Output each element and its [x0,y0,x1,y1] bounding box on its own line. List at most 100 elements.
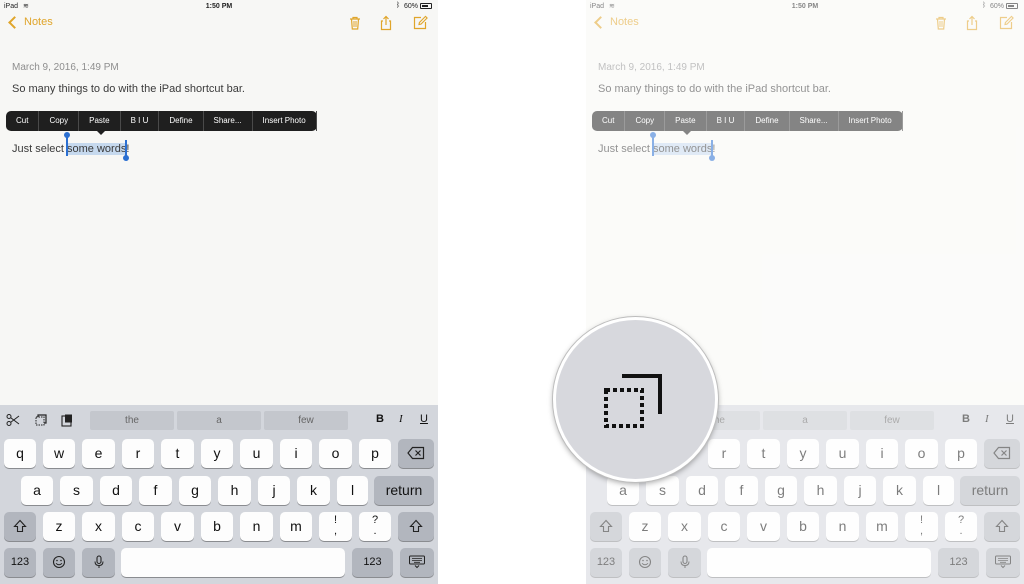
menu-cut[interactable]: Cut [592,111,626,131]
key-k[interactable]: k [883,476,916,505]
key-p[interactable]: p [945,439,977,468]
key-k[interactable]: k [297,476,330,505]
suggestion-2[interactable]: a [763,411,847,430]
selected-text[interactable]: some words [67,143,127,155]
key-i[interactable]: i [280,439,312,468]
menu-define[interactable]: Define [745,111,790,131]
key-f[interactable]: f [139,476,172,505]
shift-key-left[interactable] [590,512,622,541]
shift-key-left[interactable] [4,512,36,541]
dictation-key[interactable] [668,548,701,577]
key-x[interactable]: x [82,512,115,541]
hide-keyboard-key[interactable] [400,548,434,577]
selection-end-handle[interactable] [123,140,129,161]
key-v[interactable]: v [747,512,780,541]
key-v[interactable]: v [161,512,194,541]
menu-biu[interactable]: B I U [707,111,746,131]
return-key[interactable]: return [374,476,434,505]
key-n[interactable]: n [240,512,273,541]
menu-share[interactable]: Share... [204,111,253,131]
selection-start-handle[interactable] [650,132,656,156]
key-r[interactable]: r [122,439,154,468]
underline-button[interactable]: U [1006,413,1014,425]
key-i[interactable]: i [866,439,898,468]
key-t[interactable]: t [161,439,194,468]
trash-icon[interactable] [933,15,949,31]
share-icon[interactable] [378,15,394,31]
key-exclaim-comma[interactable]: !, [319,512,352,541]
compose-icon[interactable] [998,15,1014,31]
menu-copy[interactable]: Copy [39,111,80,131]
key-y[interactable]: y [201,439,233,468]
key-j[interactable]: j [844,476,876,505]
suggestion-2[interactable]: a [177,411,261,430]
numbers-key-left[interactable]: 123 [4,548,36,577]
key-u[interactable]: u [826,439,859,468]
numbers-key-right[interactable]: 123 [938,548,979,577]
back-button[interactable]: Notes [8,15,53,29]
emoji-key[interactable] [629,548,661,577]
delete-key[interactable] [398,439,434,468]
note-line-2[interactable]: Just select some words! [598,143,715,155]
key-l[interactable]: l [923,476,954,505]
italic-button[interactable]: I [985,413,989,425]
hide-keyboard-key[interactable] [986,548,1020,577]
key-g[interactable]: g [765,476,797,505]
note-line-2[interactable]: Just select some words! [12,143,129,155]
menu-biu[interactable]: B I U [121,111,160,131]
suggestion-1[interactable]: the [90,411,174,430]
italic-button[interactable]: I [399,413,403,425]
key-g[interactable]: g [179,476,211,505]
menu-share[interactable]: Share... [790,111,839,131]
key-p[interactable]: p [359,439,391,468]
key-question-period[interactable]: ?. [945,512,977,541]
key-j[interactable]: j [258,476,290,505]
note-line-1[interactable]: So many things to do with the iPad short… [598,83,831,95]
menu-copy[interactable]: Copy [625,111,666,131]
key-o[interactable]: o [319,439,352,468]
key-h[interactable]: h [804,476,837,505]
numbers-key-right[interactable]: 123 [352,548,393,577]
suggestion-3[interactable]: few [264,411,348,430]
note-line-1[interactable]: So many things to do with the iPad short… [12,83,245,95]
shift-key-right[interactable] [984,512,1020,541]
compose-icon[interactable] [412,15,428,31]
numbers-key-left[interactable]: 123 [590,548,622,577]
selected-text[interactable]: some words [653,143,713,155]
space-key[interactable] [707,548,931,577]
key-m[interactable]: m [280,512,312,541]
selection-end-handle[interactable] [709,140,715,161]
key-r[interactable]: r [708,439,740,468]
paste-icon[interactable] [60,413,74,427]
key-z[interactable]: z [629,512,661,541]
key-exclaim-comma[interactable]: !, [905,512,938,541]
menu-define[interactable]: Define [159,111,204,131]
key-question-period[interactable]: ?. [359,512,391,541]
return-key[interactable]: return [960,476,1020,505]
dictation-key[interactable] [82,548,115,577]
suggestion-3[interactable]: few [850,411,934,430]
scissors-icon[interactable] [6,413,20,427]
emoji-key[interactable] [43,548,75,577]
key-b[interactable]: b [787,512,819,541]
delete-key[interactable] [984,439,1020,468]
key-m[interactable]: m [866,512,898,541]
key-d[interactable]: d [100,476,132,505]
menu-insert-photo[interactable]: Insert Photo [253,111,317,131]
key-e[interactable]: e [82,439,115,468]
underline-button[interactable]: U [420,413,428,425]
key-o[interactable]: o [905,439,938,468]
menu-paste[interactable]: Paste [79,111,121,131]
selection-start-handle[interactable] [64,132,70,156]
bold-button[interactable]: B [962,413,970,425]
key-l[interactable]: l [337,476,368,505]
key-c[interactable]: c [122,512,154,541]
key-n[interactable]: n [826,512,859,541]
copy-icon[interactable] [34,413,48,427]
back-button[interactable]: Notes [594,15,639,29]
key-b[interactable]: b [201,512,233,541]
key-z[interactable]: z [43,512,75,541]
key-u[interactable]: u [240,439,273,468]
key-w[interactable]: w [43,439,75,468]
key-a[interactable]: a [21,476,53,505]
